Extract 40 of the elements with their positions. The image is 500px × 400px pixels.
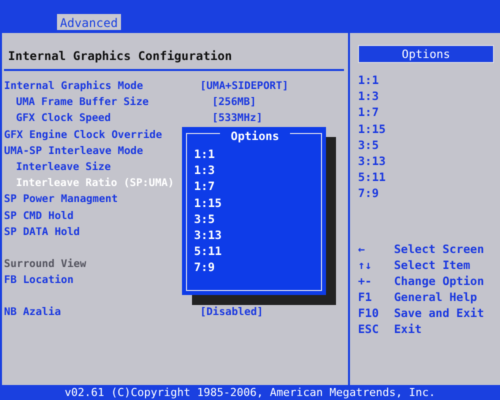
setting-value[interactable]: [UMA+SIDEPORT] [200, 80, 289, 92]
option-text: 3:13 [358, 152, 387, 170]
popup-option[interactable]: 1:15 [194, 194, 326, 211]
section-title: Internal Graphics Configuration [4, 33, 344, 71]
key-action: Select Screen [394, 240, 484, 257]
key-action: General Help [394, 289, 478, 306]
setting-label[interactable]: GFX Clock Speed [4, 112, 212, 124]
popup-option[interactable]: 7:9 [194, 259, 326, 276]
key-label: F1 [358, 289, 373, 306]
key-action: Change Option [394, 272, 484, 290]
key-label: ESC [358, 321, 380, 338]
setting-label[interactable]: NB Azalia [4, 306, 200, 318]
popup-option[interactable]: 5:11 [194, 243, 326, 260]
option-text: 1:1 [358, 72, 380, 88]
setting-value[interactable]: [533MHz] [212, 112, 263, 124]
key-label: F10 [358, 305, 380, 322]
popup-title: Options [220, 129, 290, 143]
key-action: Exit [394, 321, 422, 338]
popup-option[interactable]: 1:1 [194, 146, 326, 162]
key-label: ← [358, 240, 366, 257]
popup-option[interactable]: 1:3 [194, 162, 326, 178]
key-action: Save and Exit [394, 305, 484, 322]
popup-option[interactable]: 1:7 [194, 178, 326, 195]
option-text: 5:11 [358, 169, 387, 186]
option-text: 1:15 [358, 120, 387, 137]
copyright-text: v02.61 (C)Copyright 1985-2006, American Megatrends, Inc. [0, 385, 500, 400]
setting-label[interactable]: Internal Graphics Mode [4, 80, 200, 92]
popup-option[interactable]: 3:13 [194, 226, 326, 244]
option-text: 3:5 [358, 136, 380, 153]
key-label: ↑↓ [358, 256, 373, 273]
setting-value[interactable]: [256MB] [212, 96, 256, 108]
setting-value[interactable]: [Disabled] [200, 306, 264, 318]
setting-label[interactable]: UMA Frame Buffer Size [4, 96, 212, 108]
option-text: 7:9 [358, 185, 380, 202]
key-label: +- [358, 272, 373, 290]
option-text: 1:3 [358, 88, 380, 104]
popup-option[interactable]: 3:5 [194, 210, 326, 227]
key-action: Select Item [394, 256, 470, 273]
panel-title: Options [358, 45, 494, 63]
option-text: 1:7 [358, 104, 380, 121]
